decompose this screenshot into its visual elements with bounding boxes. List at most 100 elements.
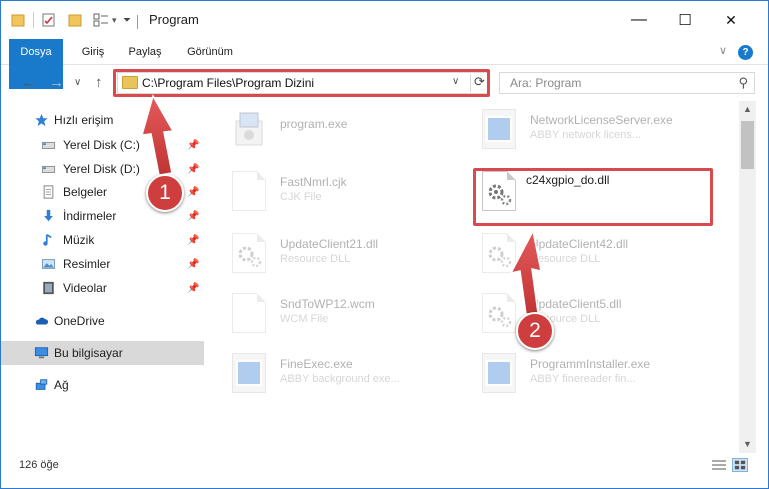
download-icon [44,209,53,222]
sidebar-item-pictures[interactable]: Resimler 📌 [1,252,204,276]
network-icon [35,379,48,390]
file-item[interactable]: NetworkLicenseServer.exe ABBY network li… [482,107,722,157]
details-view-icon[interactable] [711,458,727,472]
file-type: WCM File [280,313,329,325]
status-bar: 126 öğe [1,453,768,478]
exe-icon [482,353,516,393]
navigation-pane: Hızlı erişim Yerel Disk (C:) 📌 Yerel Dis… [1,101,204,453]
exe-icon [232,353,266,393]
title-bar: ▾ ⏷ Program — ☐ ✕ [1,1,768,39]
back-button[interactable]: ← [21,74,36,91]
search-icon[interactable]: ⚲ [738,75,748,91]
sidebar-item-label: Belgeler [63,185,108,199]
view-options-icon[interactable] [93,1,109,39]
sidebar-item-videos[interactable]: Videolar 📌 [1,276,204,300]
music-icon [43,233,52,246]
scroll-up-icon[interactable]: ▲ [739,101,756,118]
file-name: NetworkLicenseServer.exe [530,113,673,127]
sidebar-item-label: Hızlı erişim [54,113,114,127]
sidebar-item-disk-c[interactable]: Yerel Disk (C:) 📌 [1,133,204,157]
drive-icon [41,165,56,173]
file-type: ABBY background exe... [280,373,400,385]
maximize-button[interactable]: ☐ [662,1,708,39]
ribbon-tabs: Dosya Giriş Paylaş Görünüm ∨ ? [1,39,768,89]
up-button[interactable]: ↑ [95,74,103,91]
star-icon [35,113,48,127]
file-name: program.exe [280,117,348,131]
sidebar-item-label: Resimler [63,257,111,271]
scroll-thumb[interactable] [741,121,754,169]
pin-icon: 📌 [187,282,200,294]
item-count: 126 öğe [19,459,59,471]
tab-share[interactable]: Paylaş [123,39,167,65]
file-list: program.exe NetworkLicenseServer.exe ABB… [204,101,739,453]
pin-icon: 📌 [187,139,200,151]
computer-icon [34,347,49,359]
search-input[interactable]: Ara: Program [510,76,581,90]
pin-icon: 📌 [187,186,200,198]
step-badge-2: 2 [516,312,554,350]
address-bar-highlight [113,69,490,97]
pin-icon: 📌 [187,163,200,175]
tab-home[interactable]: Giriş [73,39,113,65]
file-item[interactable]: SndToWP12.wcm WCM File [232,291,472,341]
drive-icon [41,141,56,149]
sidebar-item-label: Bu bilgisayar [54,346,123,360]
sidebar-item-label: OneDrive [54,314,105,328]
document-icon [232,293,266,333]
pictures-icon [41,259,56,269]
view-options-dropdown[interactable]: ▾ [112,1,117,39]
customize-toolbar-icon[interactable]: ⏷ [123,1,131,39]
file-name: FastNmrl.cjk [280,175,347,189]
sidebar-item-this-pc[interactable]: Bu bilgisayar [1,341,204,365]
large-icons-view-icon[interactable] [732,458,748,472]
close-button[interactable]: ✕ [708,1,754,39]
folder-icon [11,14,25,27]
search-box[interactable]: Ara: Program ⚲ [499,72,755,94]
pin-icon: 📌 [187,210,200,222]
forward-button[interactable]: → [49,74,64,91]
file-type: CJK File [280,191,322,203]
file-type: ABBY network licens... [530,129,642,141]
file-name: ProgrammInstaller.exe [530,357,651,371]
ribbon-expand-icon[interactable]: ∨ [719,44,727,57]
exe-icon [482,109,516,149]
file-item[interactable]: ProgrammInstaller.exe ABBY finereader fi… [482,351,722,401]
scroll-down-icon[interactable]: ▼ [739,436,756,453]
installer-icon [232,109,266,149]
vertical-scrollbar[interactable]: ▲ ▼ [739,101,756,453]
sidebar-item-network[interactable]: Ağ [1,373,204,397]
pin-icon: 📌 [187,258,200,270]
file-item[interactable]: program.exe [232,107,472,157]
file-type: Resource DLL [530,253,601,265]
minimize-button[interactable]: — [616,1,662,39]
video-icon [43,281,54,295]
window-title: Program [149,12,199,27]
step-badge-1: 1 [146,174,184,212]
file-item[interactable]: UpdateClient21.dll Resource DLL [232,231,472,281]
recent-locations-button[interactable]: ∨ [74,77,81,88]
file-type: ABBY finereader fin... [530,373,636,385]
tab-view[interactable]: Görünüm [181,39,239,65]
dll-gear-icon [232,233,266,273]
file-name: UpdateClient21.dll [280,237,379,251]
dll-gear-icon [482,233,516,273]
new-folder-icon[interactable] [67,1,83,39]
dll-gear-icon [482,293,516,333]
file-item[interactable]: UpdateClient42.dll Resource DLL [482,231,722,281]
sidebar-item-quick-access[interactable]: Hızlı erişim [1,108,204,132]
documents-icon [43,185,54,199]
sidebar-item-onedrive[interactable]: OneDrive [1,309,204,333]
help-icon[interactable]: ? [738,45,753,60]
sidebar-item-label: Müzik [63,233,95,247]
file-item[interactable]: FineExec.exe ABBY background exe... [232,351,472,401]
file-name: UpdateClient5.dll [530,297,622,311]
quick-access-toolbar [11,1,25,39]
cloud-icon [35,317,49,325]
file-name: SndToWP12.wcm [280,297,375,311]
file-item[interactable]: FastNmrl.cjk CJK File [232,169,472,219]
sidebar-item-music[interactable]: Müzik 📌 [1,228,204,252]
document-icon [232,171,266,211]
file-name: FineExec.exe [280,357,353,371]
properties-icon[interactable] [41,1,57,39]
